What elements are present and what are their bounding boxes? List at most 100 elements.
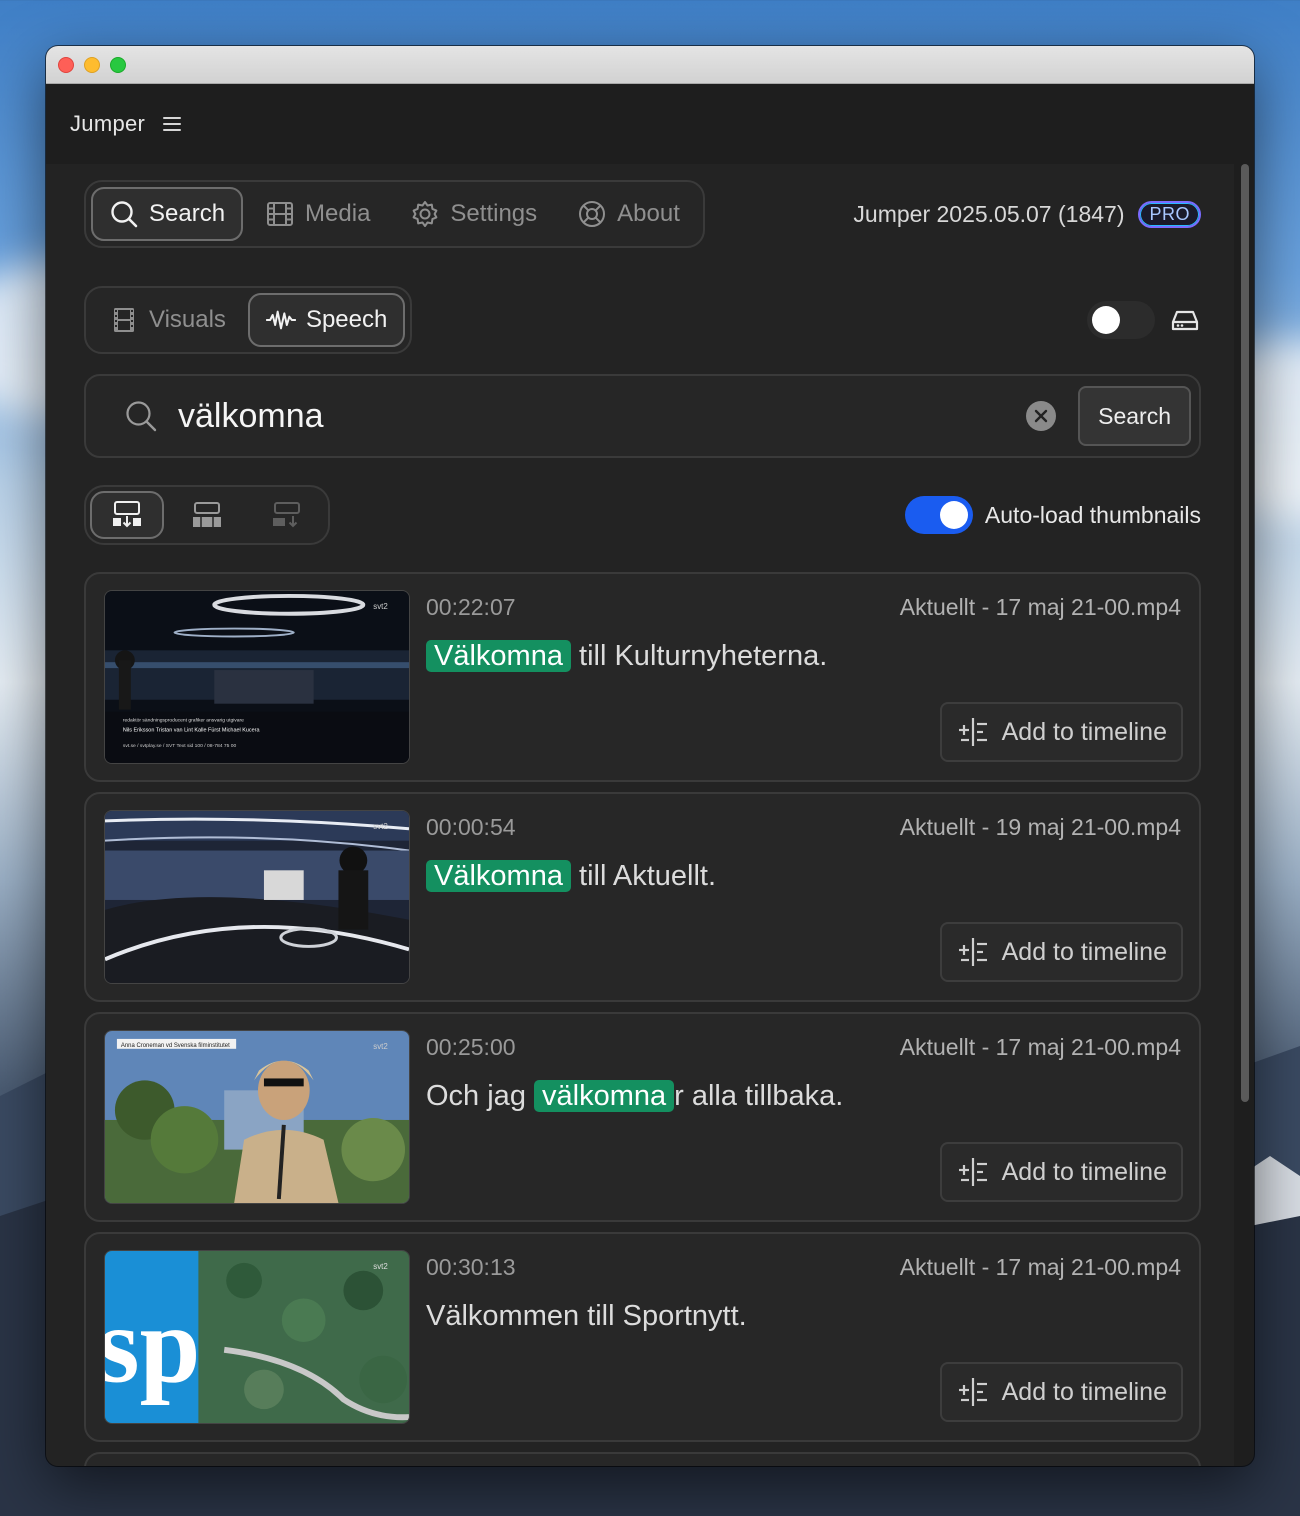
scrollbar-thumb[interactable] — [1241, 164, 1249, 1102]
add-to-timeline-icon — [958, 1378, 987, 1406]
hard-drive-icon[interactable] — [1169, 304, 1201, 336]
result-timecode: 00:25:00 — [426, 1034, 516, 1060]
result-card[interactable]: svt2 redaktör sändningsproducent grafike… — [84, 572, 1201, 782]
transcript-after: till Kulturnyheterna. — [570, 640, 828, 672]
search-button[interactable]: Search — [1078, 386, 1191, 446]
transcript-highlight: Välkomna — [426, 640, 571, 672]
main-content: Search Media Settings About Jumper 2025.… — [46, 164, 1234, 1466]
clear-search-icon[interactable] — [1026, 401, 1057, 431]
search-bar: Search — [84, 374, 1201, 458]
add-to-timeline-label: Add to timeline — [1001, 717, 1167, 746]
film-strip-icon — [114, 308, 134, 332]
layout-thumbnail-below-button[interactable] — [90, 491, 164, 539]
result-filename: Aktuellt - 19 maj 21-00.mp4 — [899, 814, 1181, 840]
add-to-timeline-label: Add to timeline — [1001, 1377, 1167, 1406]
tab-settings[interactable]: Settings — [392, 187, 555, 241]
svg-text:svt2: svt2 — [373, 602, 388, 611]
search-mode-tabs: Visuals Speech — [84, 286, 413, 354]
result-transcript: Välkomna till Kulturnyheterna. — [426, 640, 827, 673]
gear-icon — [413, 201, 438, 227]
layout-collapsed-button[interactable] — [250, 491, 324, 539]
toggle-knob — [1092, 306, 1120, 334]
add-to-timeline-label: Add to timeline — [1001, 937, 1167, 966]
auto-load-thumbnails-toggle[interactable] — [904, 496, 973, 534]
local-storage-toggle[interactable] — [1087, 301, 1155, 339]
add-to-timeline-button[interactable]: Add to timeline — [939, 1362, 1183, 1422]
tab-speech-label: Speech — [305, 306, 388, 333]
svg-text:svt.se / svtplay.se / SVT Text: svt.se / svtplay.se / SVT Text sid 100 /… — [123, 743, 237, 749]
transcript-highlight: Välkomna — [426, 860, 571, 892]
transcript-after: r alla tillbaka. — [674, 1080, 844, 1112]
search-input[interactable] — [178, 386, 1027, 446]
lifebuoy-icon — [579, 201, 606, 227]
tab-search[interactable]: Search — [91, 187, 244, 241]
add-to-timeline-icon — [958, 1158, 987, 1186]
svg-text:svt2: svt2 — [373, 1262, 388, 1271]
result-timecode: 00:22:07 — [426, 594, 516, 620]
tab-about-label: About — [617, 200, 680, 227]
transcript-highlight: välkomna — [534, 1080, 675, 1112]
window-titlebar — [46, 46, 1254, 84]
svg-text:Nils Eriksson Tristan v: Nils Eriksson Tristan van Lint Kalle Für… — [123, 727, 261, 733]
add-to-timeline-button[interactable]: Add to timeline — [939, 1142, 1183, 1202]
svg-text:svt2: svt2 — [373, 1042, 388, 1051]
result-thumbnail[interactable]: svt2 — [104, 810, 410, 984]
layout-collapsed-icon — [273, 502, 300, 528]
minimize-window-button[interactable] — [84, 56, 100, 73]
main-tabs: Search Media Settings About — [84, 180, 705, 248]
hamburger-menu-icon[interactable] — [163, 117, 182, 131]
waveform-icon — [265, 310, 296, 330]
svg-text:redaktör sändningspro: redaktör sändningsproducent grafiker ans… — [123, 717, 244, 723]
add-to-timeline-button[interactable]: Add to timeline — [939, 922, 1183, 982]
pro-badge: PRO — [1138, 200, 1201, 228]
app-header: Jumper — [46, 84, 1254, 164]
tab-visuals[interactable]: Visuals — [91, 293, 244, 347]
version-info: Jumper 2025.05.07 (1847) PRO — [853, 200, 1201, 228]
result-filename: Aktuellt - 17 maj 21-00.mp4 — [899, 1034, 1181, 1060]
close-window-button[interactable] — [58, 56, 74, 73]
transcript-before: Och jag — [426, 1080, 534, 1112]
search-field-icon — [124, 399, 158, 433]
result-thumbnail[interactable]: svt2 redaktör sändningsproducent grafike… — [104, 590, 410, 764]
layout-strip-button[interactable] — [170, 491, 244, 539]
app-window: Jumper Search Media Settings About Jumpe… — [46, 46, 1254, 1466]
toggle-knob — [939, 501, 968, 529]
result-transcript: Välkommen till Sportnytt. — [426, 1300, 747, 1333]
tab-speech[interactable]: Speech — [247, 293, 406, 347]
result-card[interactable] — [84, 1452, 1201, 1466]
svg-text:Anna Croneman vd Svenska fil: Anna Croneman vd Svenska filminstitutet — [121, 1043, 230, 1049]
result-thumbnail[interactable]: sp svt2 — [104, 1250, 410, 1424]
tab-media[interactable]: Media — [247, 187, 388, 241]
layout-grid-icon — [113, 501, 141, 528]
layout-strip-icon — [193, 502, 221, 527]
result-filename: Aktuellt - 17 maj 21-00.mp4 — [899, 1254, 1181, 1280]
results-scrollbar[interactable] — [1238, 164, 1252, 1466]
result-timecode: 00:00:54 — [426, 814, 516, 840]
version-label: Jumper 2025.05.07 (1847) — [853, 200, 1125, 227]
add-to-timeline-icon — [958, 718, 987, 746]
app-title: Jumper — [70, 111, 146, 136]
layout-options — [84, 485, 330, 545]
search-icon — [111, 201, 138, 228]
result-card[interactable]: Anna Croneman vd Svenska filminstitutet … — [84, 1012, 1201, 1222]
add-to-timeline-label: Add to timeline — [1001, 1157, 1167, 1186]
add-to-timeline-icon — [958, 938, 987, 966]
result-card[interactable]: svt2 00:00:54 Aktuellt - 19 maj 21-00.mp… — [84, 792, 1201, 1002]
result-timecode: 00:30:13 — [426, 1254, 516, 1280]
results-list: svt2 redaktör sändningsproducent grafike… — [84, 572, 1234, 1466]
tab-about[interactable]: About — [559, 187, 698, 241]
result-transcript: Och jag välkomna r alla tillbaka. — [426, 1080, 843, 1113]
zoom-window-button[interactable] — [110, 56, 126, 73]
svg-text:sp: sp — [105, 1285, 200, 1406]
tab-media-label: Media — [305, 200, 371, 227]
result-filename: Aktuellt - 17 maj 21-00.mp4 — [899, 594, 1181, 620]
auto-load-label: Auto-load thumbnails — [984, 501, 1201, 528]
add-to-timeline-button[interactable]: Add to timeline — [939, 702, 1183, 762]
result-card[interactable]: sp svt2 00:30:13 Aktuellt - 17 maj 21-00… — [84, 1232, 1201, 1442]
transcript-after: till Aktuellt. — [570, 860, 717, 892]
result-thumbnail[interactable]: Anna Croneman vd Svenska filminstitutet … — [104, 1030, 410, 1204]
svg-text:svt2: svt2 — [373, 822, 388, 831]
tab-settings-label: Settings — [450, 200, 538, 227]
film-icon — [267, 202, 294, 226]
transcript-before: Välkommen till Sportnytt. — [426, 1300, 747, 1332]
